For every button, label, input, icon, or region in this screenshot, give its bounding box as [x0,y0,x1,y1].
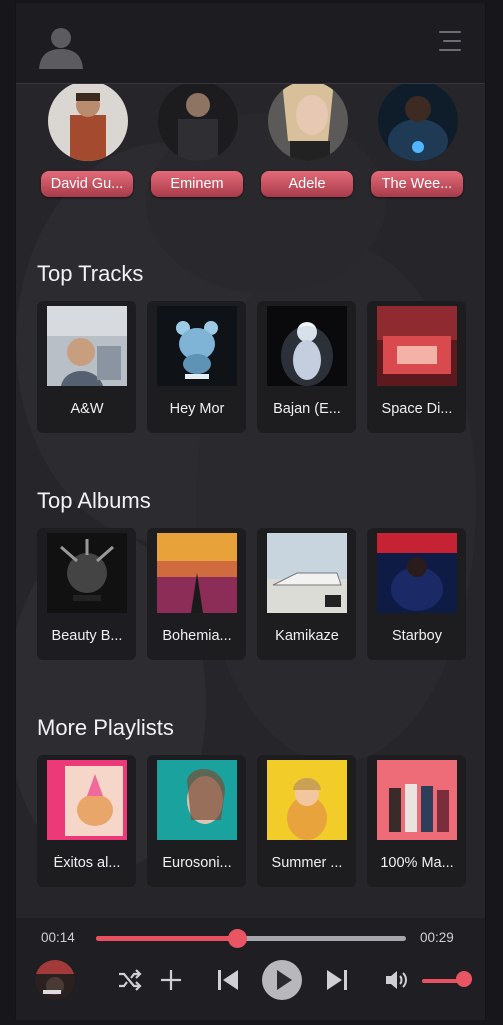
playlist-title: Summer ... [271,855,343,871]
album-card[interactable]: Beauty B... [37,528,136,660]
now-playing-cover[interactable] [35,960,75,1000]
playlist-title: Éxitos al... [53,855,121,871]
playlist-title: Eurosoni... [162,855,232,871]
app-header [16,3,485,84]
top-tracks-heading: Top Tracks [37,261,144,286]
track-card[interactable]: Hey Mor [147,301,246,433]
album-card[interactable]: Bohemia... [147,528,246,660]
artist-card[interactable]: Eminem [151,81,245,201]
artist-name[interactable]: David Gu... [41,171,133,197]
album-cover[interactable] [377,533,457,613]
player-bar: 00:14 00:29 [16,918,485,1020]
artist-photo[interactable] [268,81,348,161]
track-card[interactable]: Space Di... [367,301,466,433]
playlist-cover[interactable] [47,760,127,840]
playlist-card[interactable]: Eurosoni... [147,755,246,887]
track-cover[interactable] [157,306,237,386]
artist-card[interactable]: The Wee... [371,81,465,201]
playlist-cover[interactable] [157,760,237,840]
playlist-card[interactable]: 100% Ma... [367,755,466,887]
add-icon[interactable] [158,963,184,997]
top-albums-row: Beauty B... Bohemia... Kamikaze Starboy [37,528,485,660]
album-cover[interactable] [267,533,347,613]
track-cover[interactable] [267,306,347,386]
album-card[interactable]: Kamikaze [257,528,356,660]
artist-photo[interactable] [378,81,458,161]
previous-icon[interactable] [215,963,241,997]
volume-knob[interactable] [456,971,472,987]
top-albums-heading: Top Albums [37,488,151,513]
track-title: Bajan (E... [273,401,341,417]
artist-photo[interactable] [158,81,238,161]
playlist-card[interactable]: Summer ... [257,755,356,887]
artist-card[interactable]: Adele [261,81,355,201]
playlist-cover[interactable] [267,760,347,840]
progress-knob[interactable] [228,929,248,948]
album-title: Bohemia... [162,628,232,644]
album-cover[interactable] [157,533,237,613]
progress-fill [96,936,238,941]
playlist-title: 100% Ma... [380,855,454,871]
artist-photo[interactable] [48,81,128,161]
track-title: A&W [70,401,104,417]
track-cover[interactable] [47,306,127,386]
track-cover[interactable] [377,306,457,386]
current-time: 00:14 [41,930,75,945]
volume-icon[interactable] [384,963,412,997]
play-button[interactable] [262,960,302,1000]
artists-row: David Gu... Eminem Adele The Wee... [41,81,471,201]
top-tracks-row: A&W Hey Mor Bajan (E... Space Di... [37,301,485,433]
track-title: Space Di... [381,401,453,417]
play-icon [277,970,292,990]
next-icon[interactable] [324,963,350,997]
artist-name[interactable]: Adele [261,171,353,197]
music-app: David Gu... Eminem Adele The Wee... Top … [15,3,486,1020]
artist-name[interactable]: The Wee... [371,171,463,197]
album-title: Starboy [392,628,442,644]
playlists-row: Éxitos al... Eurosoni... Summer ... 100%… [37,755,485,887]
user-avatar-icon[interactable] [38,23,84,69]
shuffle-icon[interactable] [116,963,144,997]
album-title: Kamikaze [275,628,339,644]
playlist-cover[interactable] [377,760,457,840]
hamburger-menu-icon[interactable] [439,31,463,57]
more-playlists-heading: More Playlists [37,715,174,740]
total-time: 00:29 [420,930,454,945]
progress-bar[interactable] [96,929,406,948]
track-card[interactable]: Bajan (E... [257,301,356,433]
album-cover[interactable] [47,533,127,613]
track-card[interactable]: A&W [37,301,136,433]
playlist-card[interactable]: Éxitos al... [37,755,136,887]
album-title: Beauty B... [51,628,123,644]
artist-name[interactable]: Eminem [151,171,243,197]
track-title: Hey Mor [169,401,225,417]
album-card[interactable]: Starboy [367,528,466,660]
artist-card[interactable]: David Gu... [41,81,135,201]
